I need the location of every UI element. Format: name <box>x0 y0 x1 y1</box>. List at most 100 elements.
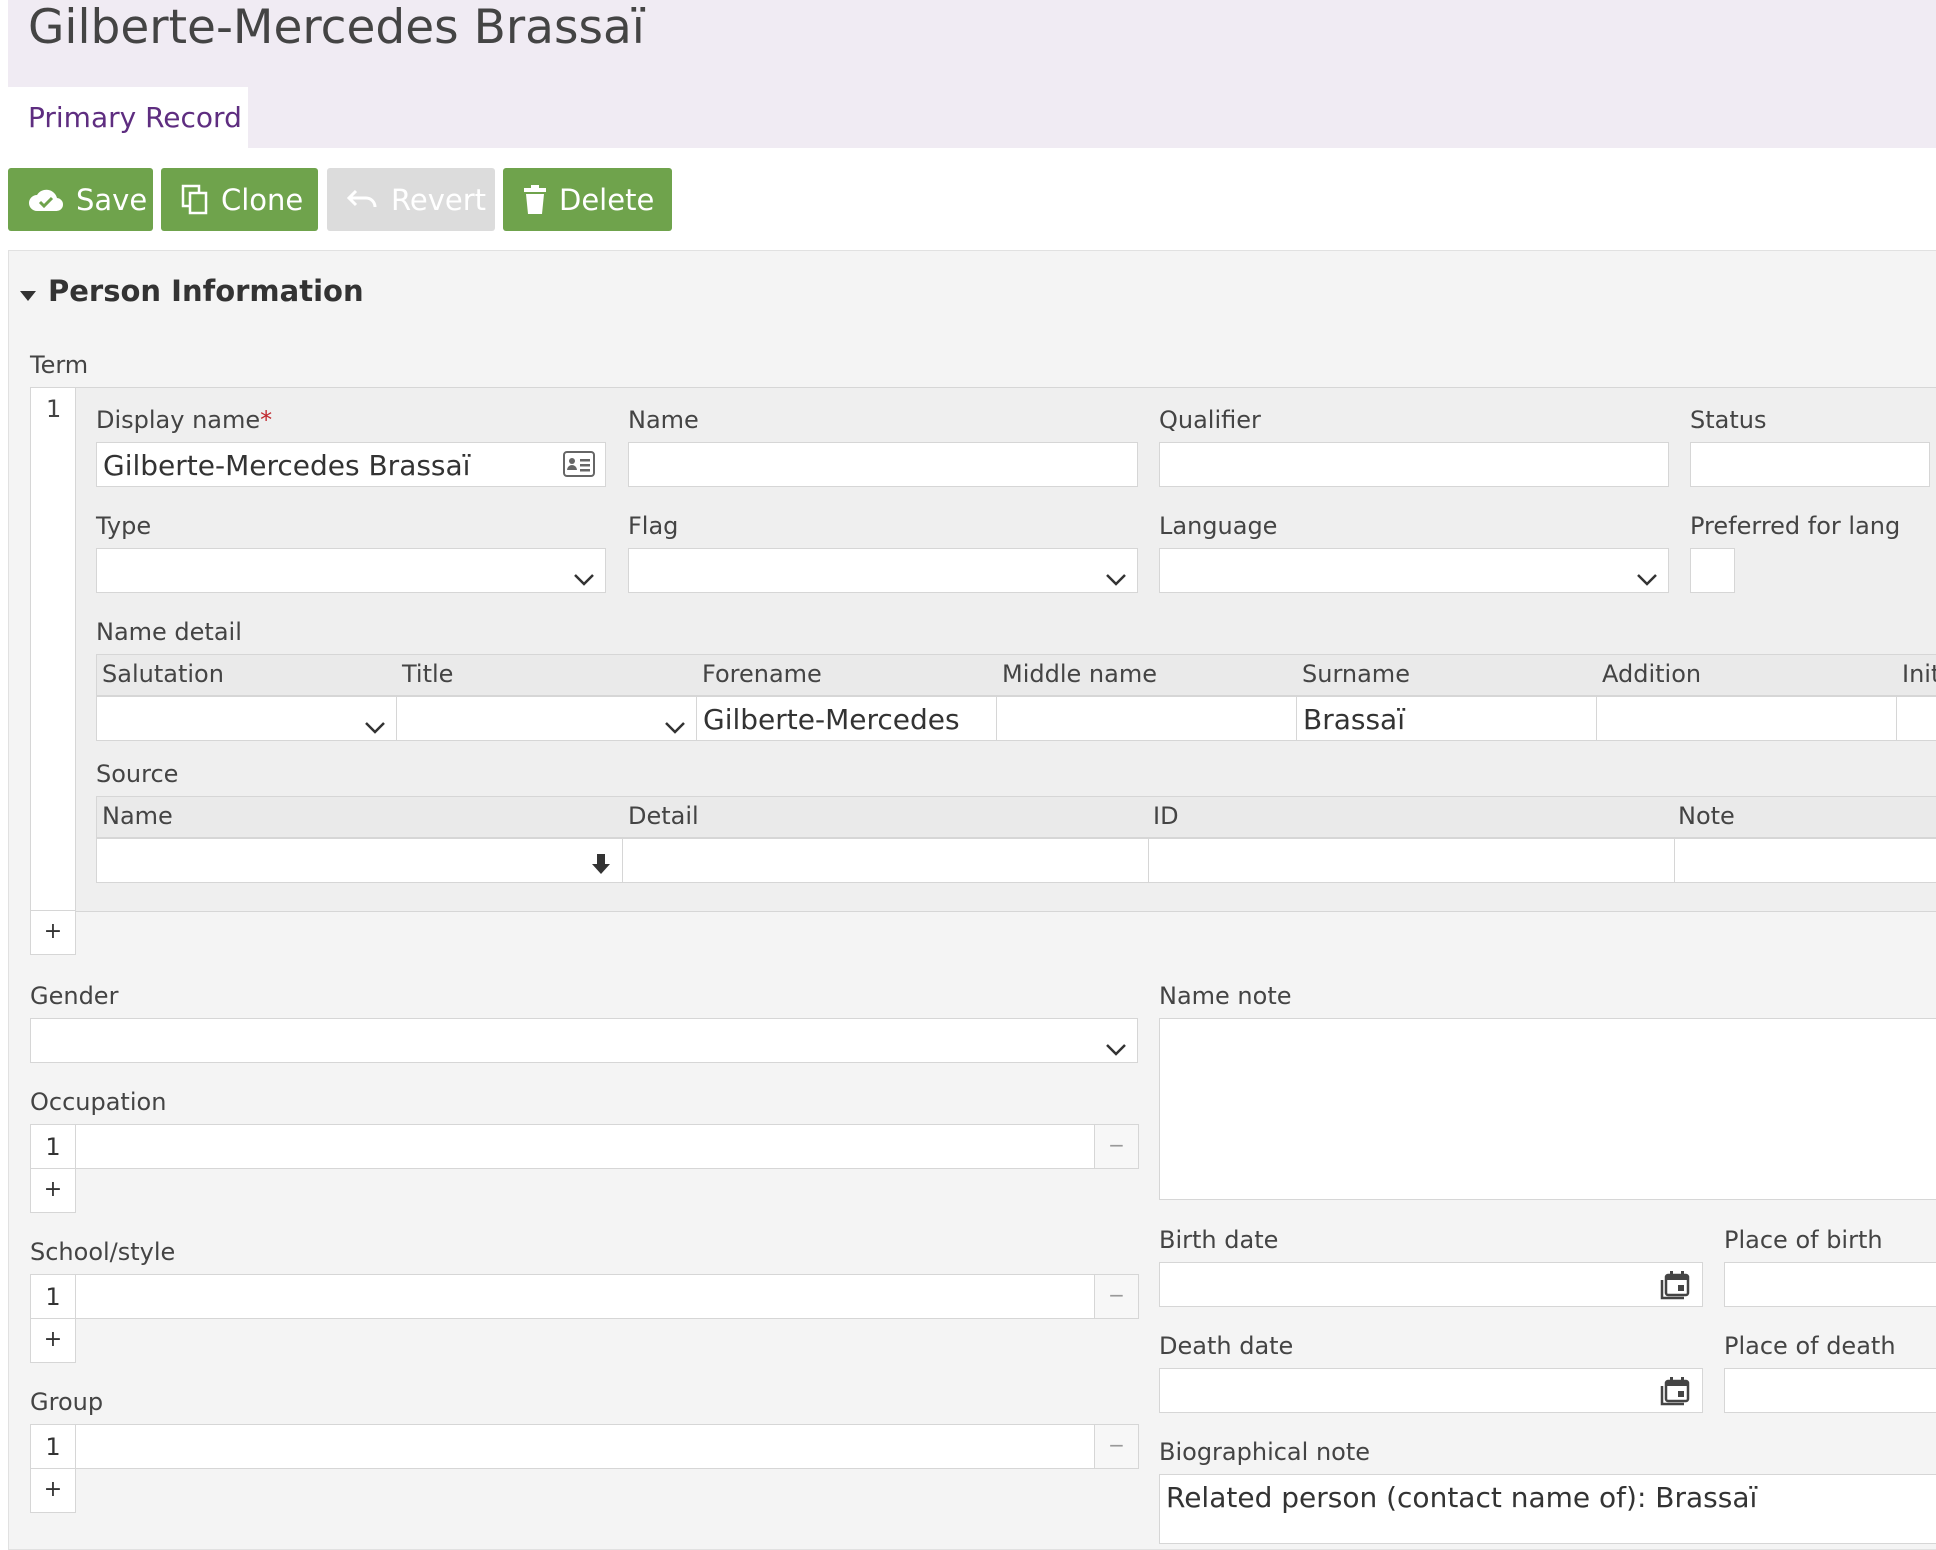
remove-group-button[interactable]: − <box>1094 1424 1139 1469</box>
remove-occupation-button[interactable]: − <box>1094 1124 1139 1169</box>
source-name-input[interactable] <box>96 838 623 883</box>
gender-select[interactable] <box>30 1018 1138 1063</box>
gender-label: Gender <box>30 982 119 1010</box>
save-label: Save <box>76 182 148 217</box>
undo-icon <box>347 189 379 211</box>
type-select[interactable] <box>96 548 606 593</box>
required-marker: * <box>260 406 273 434</box>
revert-label: Revert <box>391 182 486 217</box>
record-title: Gilberte-Mercedes Brassaï <box>28 0 645 55</box>
group-input[interactable] <box>75 1424 1095 1469</box>
delete-button[interactable]: Delete <box>503 168 672 231</box>
status-select[interactable] <box>1690 442 1930 487</box>
occupation-input[interactable] <box>75 1124 1095 1169</box>
flag-select[interactable] <box>628 548 1138 593</box>
chevron-down-icon <box>364 709 386 740</box>
initials-input[interactable] <box>1896 696 1936 741</box>
term-label: Term <box>30 351 89 379</box>
chevron-down-icon <box>1105 561 1127 592</box>
save-button[interactable]: Save <box>8 168 153 231</box>
display-name-input[interactable]: Gilberte-Mercedes Brassaï <box>96 442 606 487</box>
place-of-death-input[interactable] <box>1724 1368 1936 1413</box>
name-note-label: Name note <box>1159 982 1292 1010</box>
chevron-down-icon <box>1105 1031 1127 1062</box>
column-title: Title <box>402 660 454 688</box>
forename-input[interactable]: Gilberte-Mercedes <box>696 696 997 741</box>
place-of-birth-input[interactable] <box>1724 1262 1936 1307</box>
school-style-label: School/style <box>30 1238 176 1266</box>
group-label: Group <box>30 1388 104 1416</box>
flag-label: Flag <box>628 512 679 540</box>
preferred-for-lang-label: Preferred for lang <box>1690 512 1901 540</box>
display-name-label: Display name* <box>96 406 273 434</box>
remove-school-style-button[interactable]: − <box>1094 1274 1139 1319</box>
biographical-note-label: Biographical note <box>1159 1438 1371 1466</box>
section-header[interactable]: Person Information <box>20 274 364 308</box>
column-middle-name: Middle name <box>1002 660 1157 688</box>
source-id-input[interactable] <box>1148 838 1675 883</box>
copy-icon <box>181 184 209 216</box>
source-label: Source <box>96 760 179 788</box>
type-label: Type <box>96 512 152 540</box>
display-name-value: Gilberte-Mercedes Brassaï <box>103 449 471 482</box>
chevron-down-icon <box>664 709 686 740</box>
language-label: Language <box>1159 512 1278 540</box>
surname-input[interactable]: Brassaï <box>1296 696 1597 741</box>
salutation-select[interactable] <box>96 696 397 741</box>
section-title: Person Information <box>48 274 364 308</box>
place-of-death-label: Place of death <box>1724 1332 1896 1360</box>
name-label: Name <box>628 406 699 434</box>
source-header <box>96 796 1936 838</box>
trash-icon <box>523 184 547 215</box>
column-surname: Surname <box>1302 660 1410 688</box>
addition-input[interactable] <box>1596 696 1897 741</box>
school-style-input[interactable] <box>75 1274 1095 1319</box>
occupation-label: Occupation <box>30 1088 167 1116</box>
source-note-input[interactable] <box>1674 838 1936 883</box>
group-index: 1 <box>30 1424 76 1469</box>
column-source-name: Name <box>102 802 173 830</box>
chevron-down-icon <box>573 561 595 592</box>
qualifier-input[interactable] <box>1159 442 1669 487</box>
revert-button[interactable]: Revert <box>327 168 495 231</box>
language-select[interactable] <box>1159 548 1669 593</box>
column-source-note: Note <box>1678 802 1735 830</box>
birth-date-input[interactable] <box>1159 1262 1703 1307</box>
name-detail-label: Name detail <box>96 618 242 646</box>
add-group-button[interactable]: + <box>30 1468 76 1513</box>
add-school-style-button[interactable]: + <box>30 1318 76 1363</box>
name-input[interactable] <box>628 442 1138 487</box>
occupation-index: 1 <box>30 1124 76 1169</box>
calendar-icon[interactable] <box>1660 1376 1692 1412</box>
death-date-label: Death date <box>1159 1332 1294 1360</box>
birth-date-label: Birth date <box>1159 1226 1279 1254</box>
clone-button[interactable]: Clone <box>161 168 318 231</box>
column-salutation: Salutation <box>102 660 224 688</box>
name-note-textarea[interactable] <box>1159 1018 1936 1200</box>
preferred-for-lang-checkbox[interactable] <box>1690 548 1735 593</box>
column-source-detail: Detail <box>628 802 699 830</box>
chevron-down-icon <box>1636 561 1658 592</box>
middle-name-input[interactable] <box>996 696 1297 741</box>
delete-label: Delete <box>559 182 655 217</box>
arrow-down-icon[interactable] <box>590 849 612 882</box>
contact-card-icon[interactable] <box>563 451 595 484</box>
term-index: 1 <box>46 395 62 423</box>
source-detail-input[interactable] <box>622 838 1149 883</box>
clone-label: Clone <box>221 182 304 217</box>
column-initials: Init <box>1902 660 1936 688</box>
column-addition: Addition <box>1602 660 1702 688</box>
qualifier-label: Qualifier <box>1159 406 1261 434</box>
add-term-button[interactable]: + <box>30 910 76 955</box>
cloud-check-icon <box>28 187 64 213</box>
tab-primary-record[interactable]: Primary Record <box>8 87 248 148</box>
school-style-index: 1 <box>30 1274 76 1319</box>
title-select[interactable] <box>396 696 697 741</box>
death-date-input[interactable] <box>1159 1368 1703 1413</box>
add-occupation-button[interactable]: + <box>30 1168 76 1213</box>
caret-down-icon <box>20 274 36 308</box>
calendar-icon[interactable] <box>1660 1270 1692 1306</box>
status-label: Status <box>1690 406 1767 434</box>
column-source-id: ID <box>1153 802 1179 830</box>
place-of-birth-label: Place of birth <box>1724 1226 1883 1254</box>
